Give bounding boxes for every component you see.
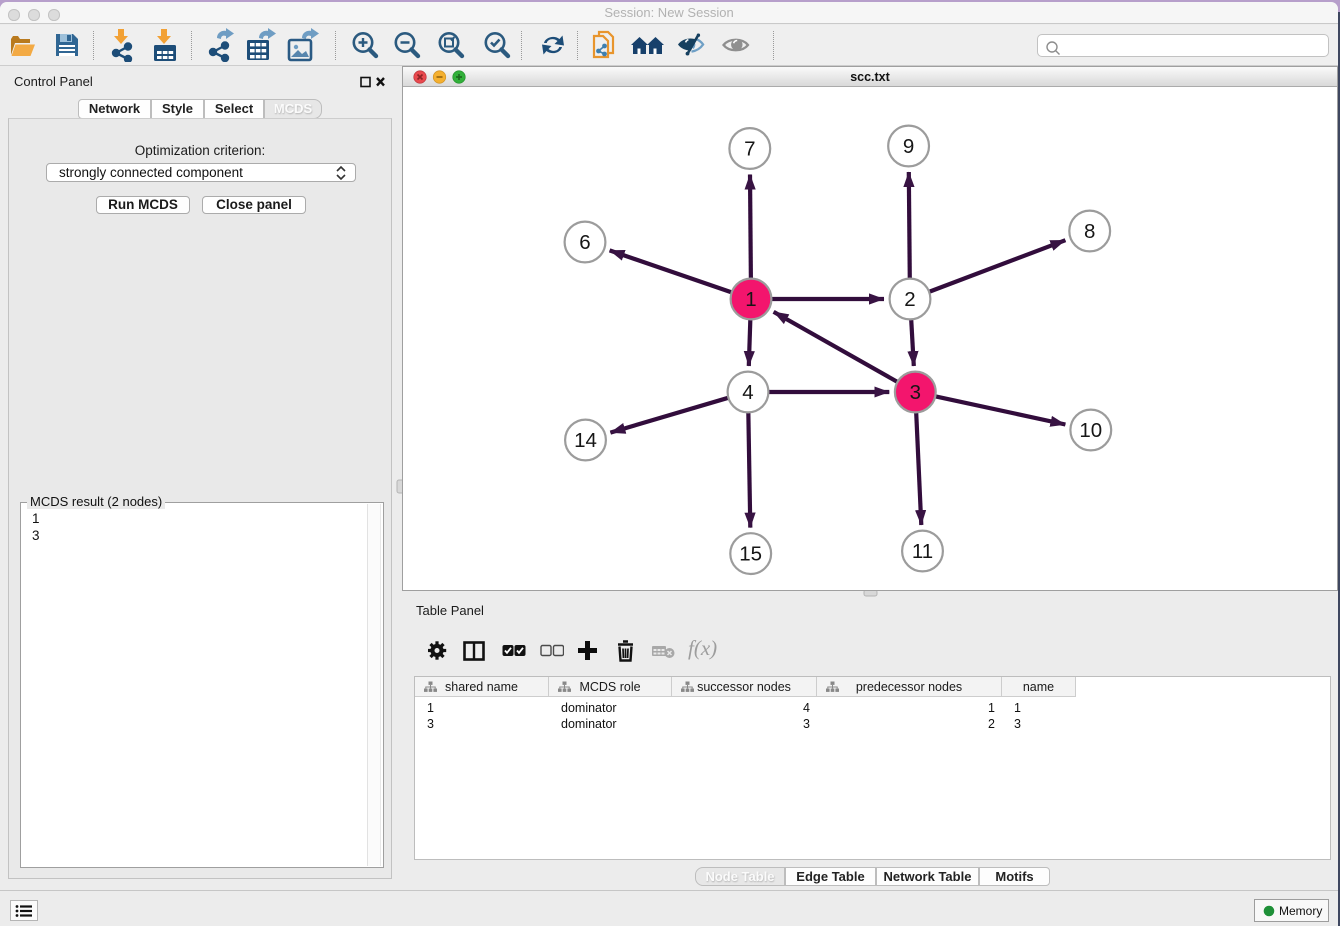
svg-text:8: 8: [1084, 220, 1095, 243]
svg-text:6: 6: [579, 231, 590, 254]
svg-text:11: 11: [912, 540, 933, 563]
svg-text:4: 4: [742, 381, 753, 404]
svg-text:10: 10: [1079, 419, 1102, 442]
svg-text:1: 1: [745, 288, 756, 311]
svg-text:3: 3: [910, 381, 921, 404]
svg-text:9: 9: [903, 135, 914, 158]
svg-text:2: 2: [904, 288, 915, 311]
svg-text:14: 14: [574, 429, 597, 452]
svg-text:7: 7: [744, 138, 755, 161]
svg-text:15: 15: [739, 543, 762, 566]
